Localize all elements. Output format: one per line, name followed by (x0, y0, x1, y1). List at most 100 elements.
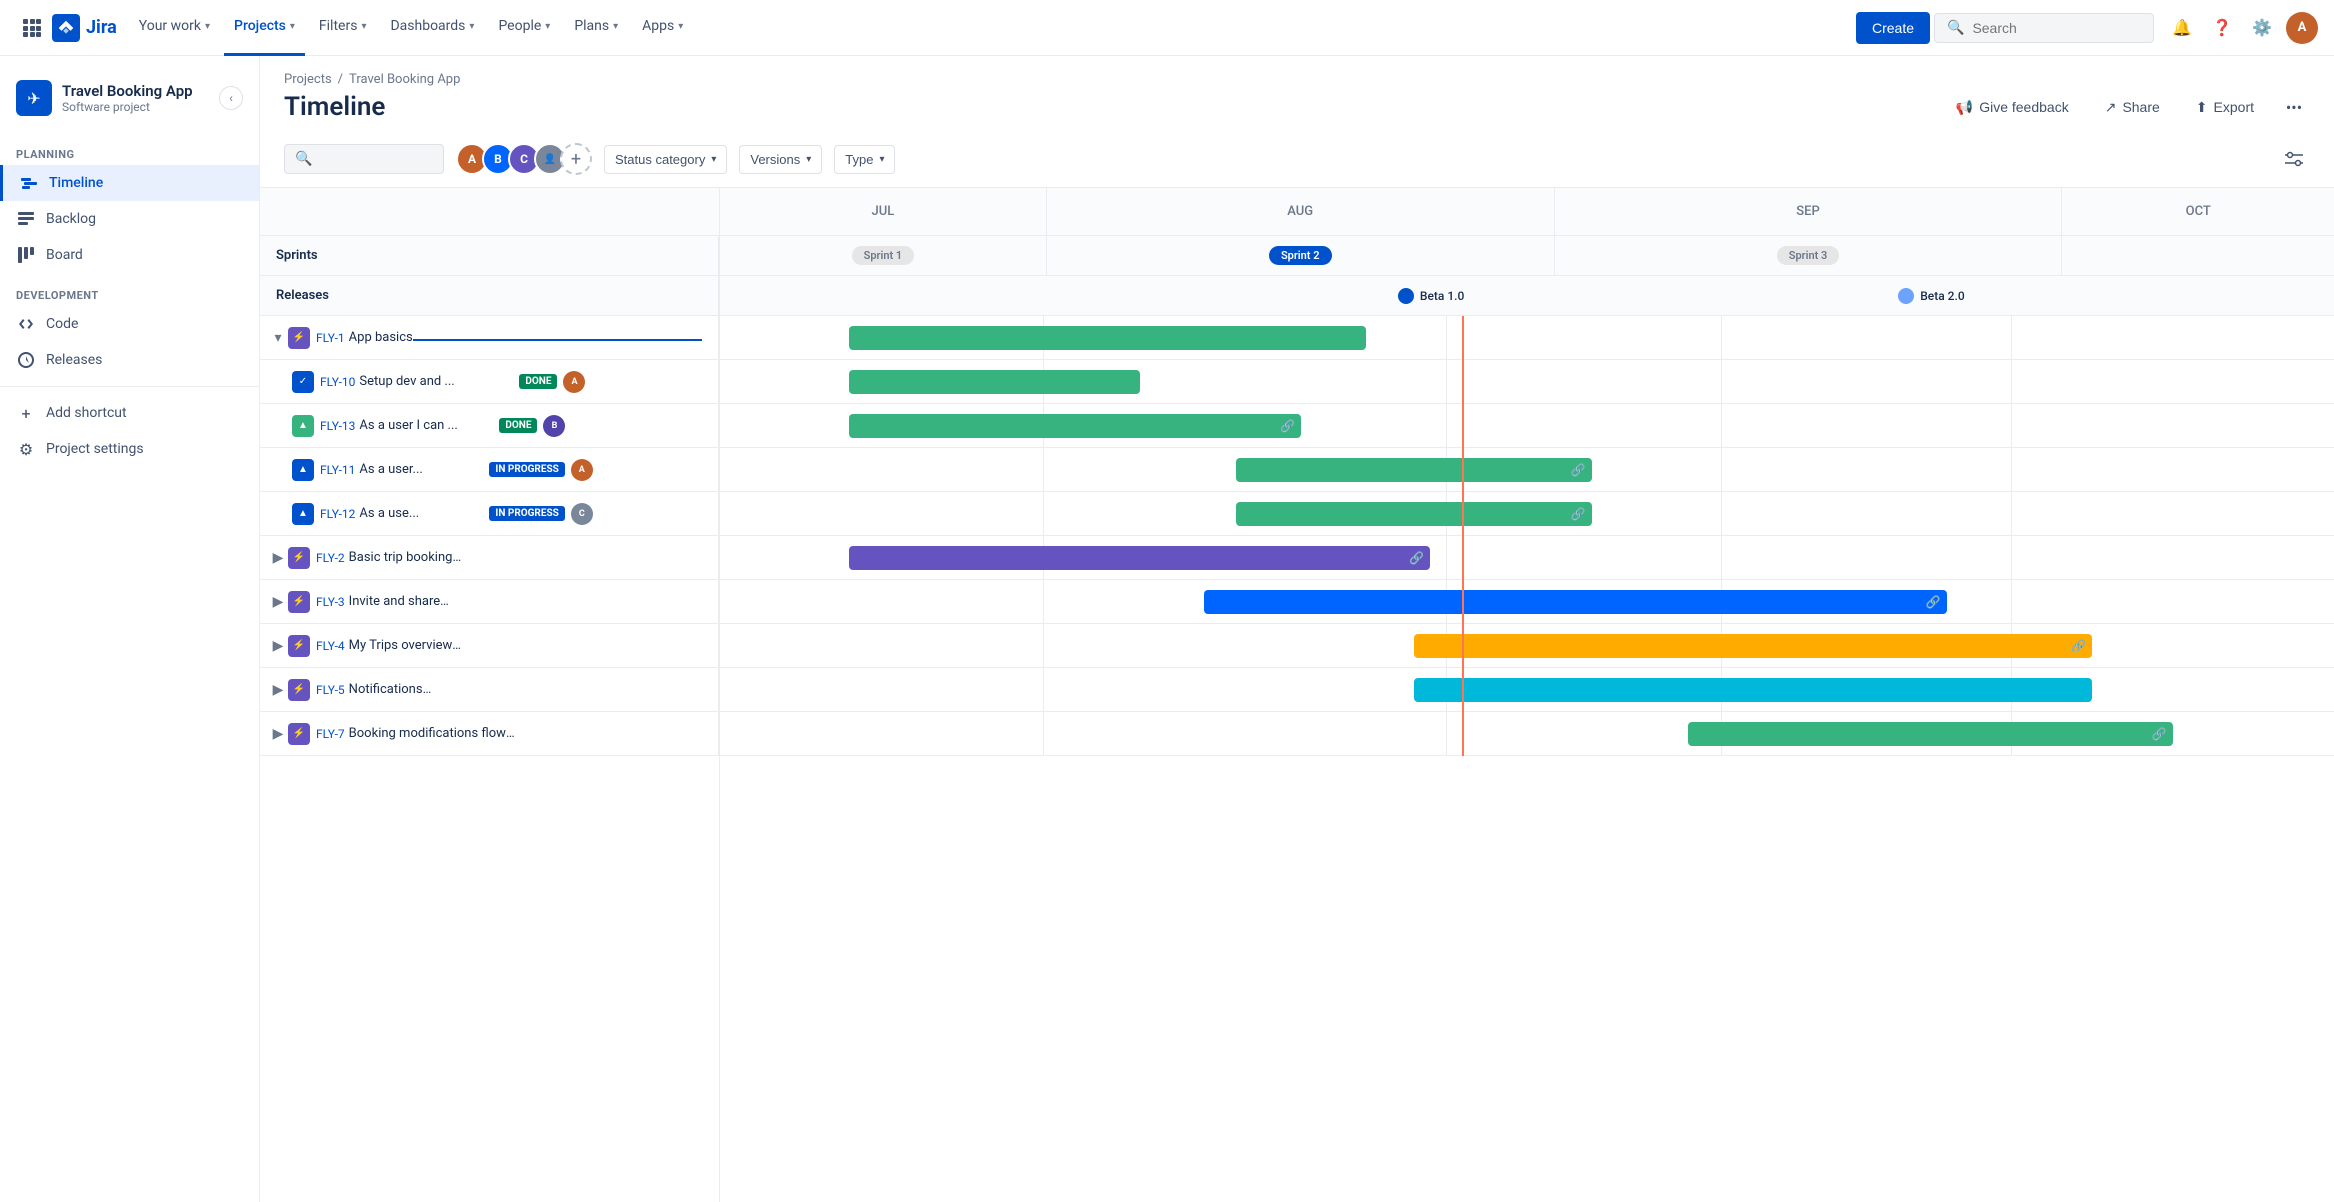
chevron-down-icon: ▾ (469, 21, 474, 32)
settings-icon[interactable]: ⚙️ (2246, 12, 2278, 44)
help-icon[interactable]: ❓ (2206, 12, 2238, 44)
top-navigation: Jira Your work ▾ Projects ▾ Filters ▾ Da… (0, 0, 2334, 56)
gantt-row-fly2: 🔗 (720, 536, 2334, 580)
notifications-icon[interactable]: 🔔 (2166, 12, 2198, 44)
breadcrumb-project-link[interactable]: Travel Booking App (349, 72, 460, 87)
issue-title[interactable]: App basics (349, 330, 710, 345)
nav-projects[interactable]: Projects ▾ (224, 0, 305, 56)
breadcrumb-projects-link[interactable]: Projects (284, 72, 332, 87)
expand-icon[interactable]: ▶ (268, 680, 288, 700)
nav-your-work[interactable]: Your work ▾ (129, 0, 220, 56)
issue-key[interactable]: FLY-10 (320, 375, 355, 389)
issue-title[interactable]: Invite and share (349, 594, 710, 609)
timeline-search[interactable]: 🔍 (284, 144, 444, 174)
sidebar-project-settings[interactable]: ⚙ Project settings (0, 431, 259, 467)
issue-key[interactable]: FLY-7 (316, 727, 345, 741)
jira-logo[interactable]: Jira (52, 14, 117, 42)
sidebar-item-board[interactable]: Board (0, 237, 259, 273)
gantt-bar[interactable]: 🔗 (1414, 634, 2092, 658)
month-oct: OCT (2062, 188, 2334, 235)
give-feedback-button[interactable]: 📢 Give feedback (1944, 93, 2081, 122)
issue-title[interactable]: As a user I can ... (359, 418, 499, 433)
gantt-bar[interactable] (1414, 678, 2092, 702)
expand-icon[interactable]: ▶ (268, 548, 288, 568)
grid-menu-icon[interactable] (16, 12, 48, 44)
table-row: ▲ FLY-13 As a user I can ... DONE B (260, 404, 719, 448)
search-bar[interactable]: 🔍 (1934, 13, 2154, 43)
gantt-bar[interactable]: 🔗 (1236, 458, 1591, 482)
sprint-2-label: Sprint 2 (1269, 246, 1332, 265)
issue-title[interactable]: As a user... (359, 462, 489, 477)
search-input[interactable] (1972, 20, 2141, 36)
sidebar-item-backlog[interactable]: Backlog (0, 201, 259, 237)
epic-icon: ⚡ (288, 723, 310, 745)
issue-title[interactable]: Booking modifications flow (349, 726, 710, 741)
nav-plans[interactable]: Plans ▾ (564, 0, 628, 56)
gantt-bar[interactable]: 🔗 (849, 414, 1301, 438)
nav-apps[interactable]: Apps ▾ (632, 0, 693, 56)
sidebar-item-releases[interactable]: Releases (0, 342, 259, 378)
issue-title[interactable]: My Trips overview (349, 638, 710, 653)
expand-icon[interactable]: ▶ (268, 636, 288, 656)
issue-title[interactable]: Notifications (349, 682, 710, 697)
status-badge: DONE (519, 374, 557, 389)
issue-key[interactable]: FLY-5 (316, 683, 345, 697)
gantt-bar[interactable]: 🔗 (849, 546, 1430, 570)
issue-key[interactable]: FLY-4 (316, 639, 345, 653)
issue-title[interactable]: Basic trip booking (349, 550, 710, 565)
issue-title[interactable]: As a use... (359, 506, 489, 521)
issue-key[interactable]: FLY-11 (320, 463, 355, 477)
gantt-row-fly11: 🔗 (720, 448, 2334, 492)
sidebar-item-label: Code (46, 316, 78, 332)
timeline-search-input[interactable] (318, 151, 433, 167)
gantt-bar[interactable]: 🔗 (1688, 722, 2172, 746)
add-avatar-button[interactable]: + (560, 143, 592, 175)
nav-dashboards[interactable]: Dashboards ▾ (380, 0, 484, 56)
adjust-settings-icon[interactable] (2278, 143, 2310, 175)
sidebar: ✈ Travel Booking App Software project ‹ … (0, 56, 260, 1202)
search-icon: 🔍 (1947, 20, 1964, 36)
gantt-bar[interactable]: 🔗 (1236, 502, 1591, 526)
share-button[interactable]: ↗ Share (2093, 93, 2172, 122)
expand-icon[interactable]: ▶ (268, 592, 288, 612)
type-filter[interactable]: Type ▾ (834, 145, 895, 174)
sidebar-add-shortcut[interactable]: + Add shortcut (0, 395, 259, 431)
epic-icon: ⚡ (288, 327, 310, 349)
expand-icon[interactable]: ▾ (268, 328, 288, 348)
epic-icon: ⚡ (288, 547, 310, 569)
epic-icon: ⚡ (288, 679, 310, 701)
project-name: Travel Booking App (62, 82, 193, 100)
user-avatar[interactable]: A (2286, 12, 2318, 44)
issue-key[interactable]: FLY-13 (320, 419, 355, 433)
issue-key[interactable]: FLY-3 (316, 595, 345, 609)
status-category-filter[interactable]: Status category ▾ (604, 145, 727, 174)
sidebar-item-code[interactable]: Code (0, 306, 259, 342)
beta-1-dot (1398, 288, 1414, 304)
sidebar-item-timeline[interactable]: Timeline (0, 165, 259, 201)
table-row: ▶ ⚡ FLY-7 Booking modifications flow (260, 712, 719, 756)
sidebar-collapse-button[interactable]: ‹ (219, 86, 243, 110)
gantt-bar[interactable]: 🔗 (1204, 590, 1946, 614)
more-options-icon[interactable]: ••• (2278, 91, 2310, 123)
expand-icon[interactable]: ▶ (268, 724, 288, 744)
table-row: ▶ ⚡ FLY-4 My Trips overview (260, 624, 719, 668)
sprint-3-cell: Sprint 3 (1555, 236, 2063, 275)
beta-2-release: Beta 2.0 (1898, 288, 1964, 304)
timeline-icon (19, 173, 39, 193)
issue-title[interactable]: Setup dev and ... (359, 374, 519, 389)
avatar: B (543, 415, 565, 437)
gantt-bar[interactable] (849, 370, 1140, 394)
issue-key[interactable]: FLY-12 (320, 507, 355, 521)
versions-filter[interactable]: Versions ▾ (739, 145, 822, 174)
nav-people[interactable]: People ▾ (488, 0, 560, 56)
nav-filters[interactable]: Filters ▾ (309, 0, 377, 56)
page-title: Timeline (284, 92, 385, 122)
create-button[interactable]: Create (1856, 12, 1930, 44)
export-button[interactable]: ⬆ Export (2184, 93, 2266, 122)
gantt-bar[interactable] (849, 326, 1365, 350)
month-jul: JUL (720, 188, 1047, 235)
beta-2-label: Beta 2.0 (1920, 289, 1964, 303)
story-icon: ▲ (292, 503, 314, 525)
issue-key[interactable]: FLY-2 (316, 551, 345, 565)
issue-key[interactable]: FLY-1 (316, 331, 345, 345)
